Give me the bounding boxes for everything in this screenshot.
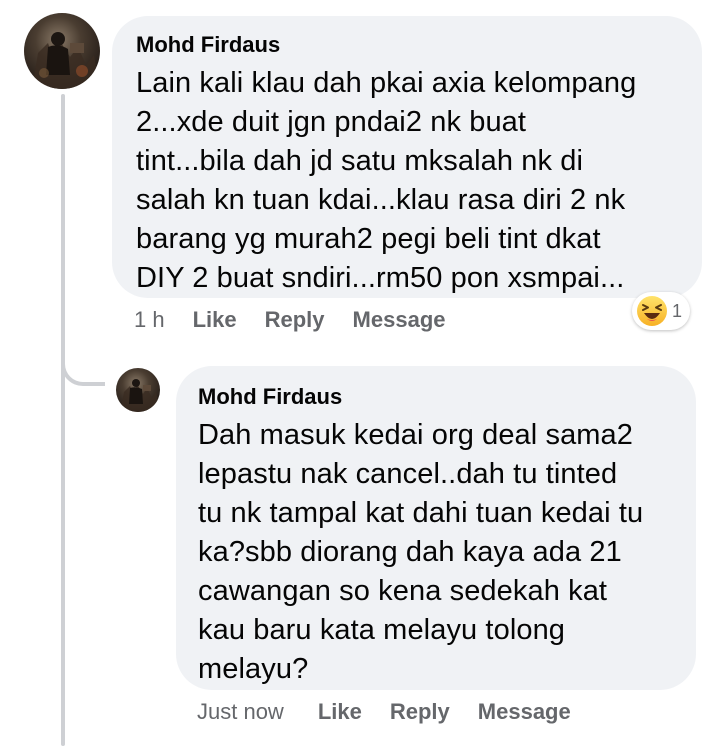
haha-emoji-icon — [637, 296, 667, 326]
comment-text-line: melayu? — [198, 653, 309, 685]
comment-timestamp[interactable]: Just now — [197, 699, 284, 725]
message-button[interactable]: Message — [478, 699, 571, 725]
reply-connector-line — [61, 318, 105, 386]
comment-text-line: tu nk tampal kat dahi tuan kedai tu — [198, 497, 644, 529]
comment-text-line: DIY 2 buat sndiri...rm50 pon xsmpai... — [136, 262, 625, 294]
comment-text-line: ka?sbb diorang dah kaya ada 21 — [198, 536, 622, 568]
comment-author[interactable]: Mohd Firdaus — [136, 32, 280, 58]
comment-text-line: cawangan so kena sedekah kat — [198, 575, 608, 607]
comment-text-line: tint...bila dah jd satu mksalah nk di — [136, 145, 583, 177]
comment-text-line: lepastu nak cancel..dah tu tinted — [198, 458, 618, 490]
comment-text-line: kau baru kata melayu tolong — [198, 614, 566, 646]
message-button[interactable]: Message — [353, 307, 446, 333]
like-button[interactable]: Like — [318, 699, 362, 725]
comment-actions: Just now Like Reply Message — [197, 699, 571, 725]
avatar[interactable] — [24, 13, 100, 89]
comment-text-line: 2...xde duit jgn pndai2 nk buat — [136, 106, 527, 138]
thread-line — [61, 94, 65, 746]
reply-button[interactable]: Reply — [265, 307, 325, 333]
avatar[interactable] — [116, 368, 160, 412]
comment-bubble: Mohd Firdaus Lain kali klau dah pkai axi… — [112, 16, 702, 298]
reply-button[interactable]: Reply — [390, 699, 450, 725]
comment-text-line: salah kn tuan kdai...klau rasa diri 2 nk — [136, 184, 626, 216]
reaction-count: 1 — [672, 300, 683, 321]
comment-text-line: Lain kali klau dah pkai axia kelompang — [136, 67, 637, 99]
comment-author[interactable]: Mohd Firdaus — [198, 384, 342, 410]
reply-bubble: Mohd Firdaus Dah masuk kedai org deal sa… — [176, 366, 696, 690]
like-button[interactable]: Like — [193, 307, 237, 333]
reaction-chip[interactable]: 1 — [632, 292, 691, 330]
comment-text-line: Dah masuk kedai org deal sama2 — [198, 419, 634, 451]
comment-text-line: barang yg murah2 pegi beli tint dkat — [136, 223, 601, 255]
comment-timestamp[interactable]: 1 h — [134, 307, 165, 333]
comment-actions: 1 h Like Reply Message — [134, 307, 446, 333]
